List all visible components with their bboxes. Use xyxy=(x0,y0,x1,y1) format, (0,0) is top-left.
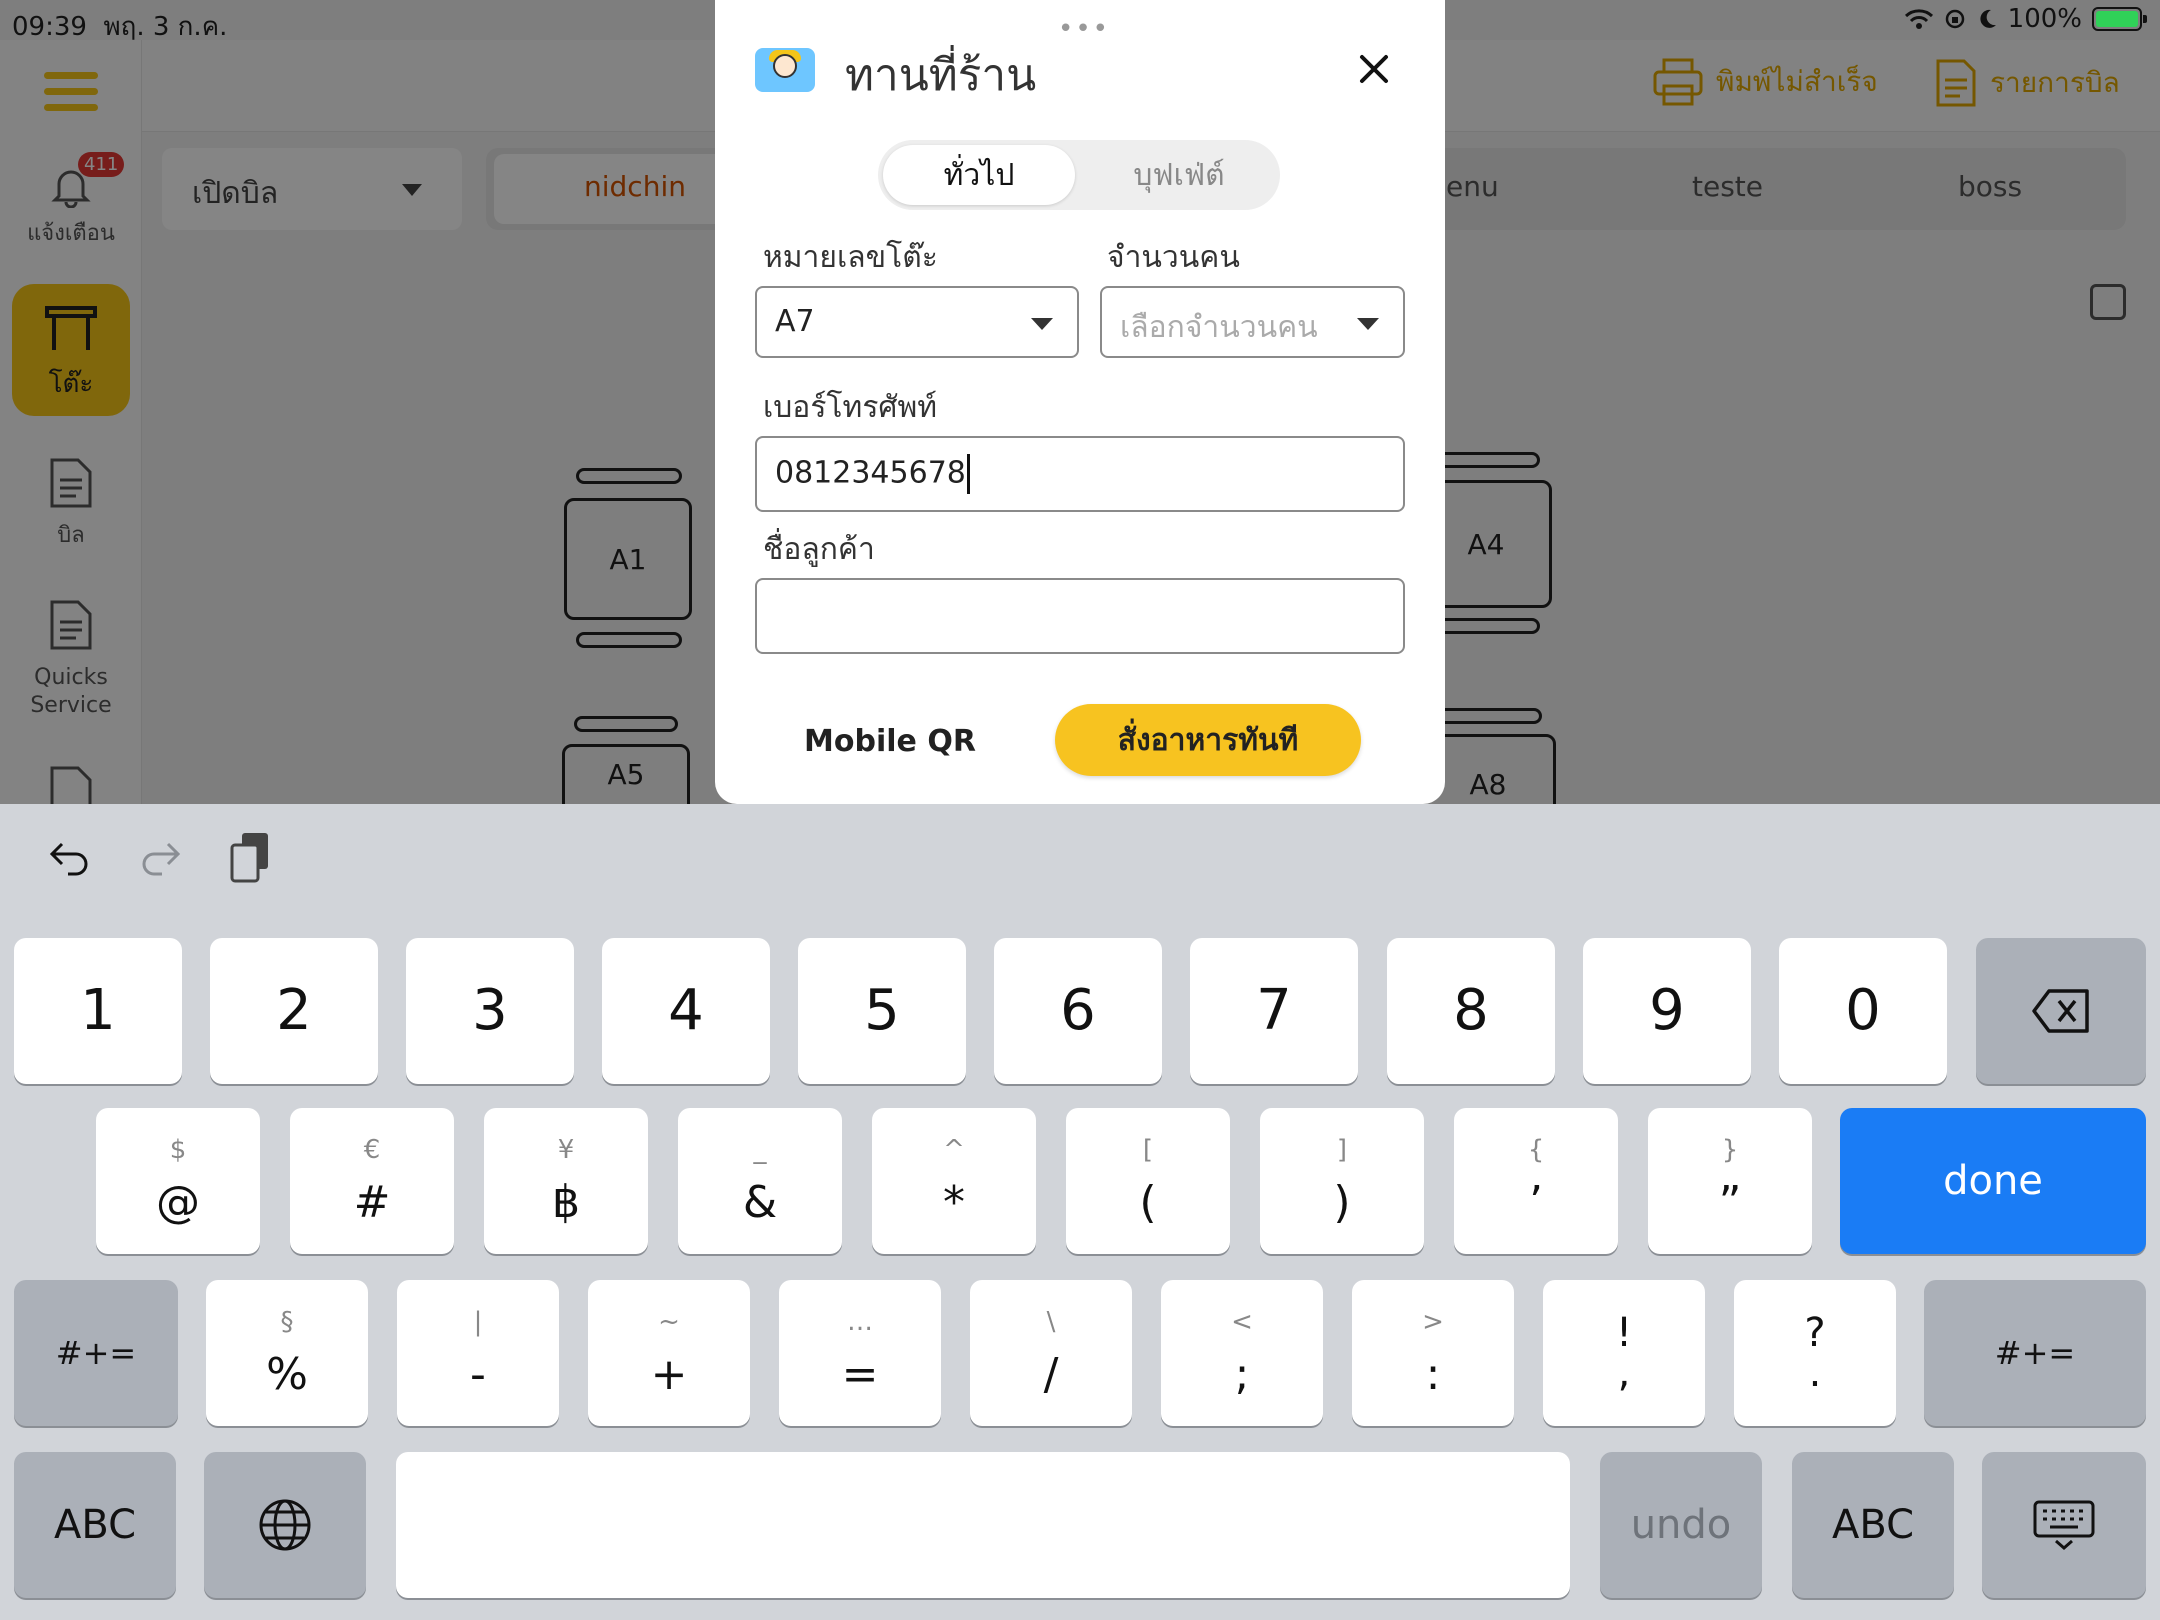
close-icon xyxy=(1360,55,1388,83)
key-comma[interactable]: !, xyxy=(1543,1280,1705,1426)
wifi-icon xyxy=(1904,9,1933,29)
orientation-lock-icon xyxy=(1945,9,1964,29)
abc-key[interactable]: ABC xyxy=(14,1452,176,1598)
key-ampersand[interactable]: _ & xyxy=(678,1108,842,1254)
key-equals[interactable]: … = xyxy=(779,1280,941,1426)
key-semicolon[interactable]: <; xyxy=(1161,1280,1323,1426)
customer-name-label: ชื่อลูกค้า xyxy=(763,532,875,567)
key-open-paren[interactable]: [( xyxy=(1066,1108,1230,1254)
undo-key[interactable]: undo xyxy=(1600,1452,1762,1598)
globe-key[interactable] xyxy=(204,1452,366,1598)
backspace-key[interactable] xyxy=(1976,938,2146,1084)
key-3[interactable]: 3 xyxy=(406,938,574,1084)
chevron-down-icon xyxy=(1357,318,1379,330)
paste-button[interactable] xyxy=(220,828,280,888)
table-number-value: A7 xyxy=(775,304,815,339)
phone-input[interactable]: 0812345678 xyxy=(755,436,1405,512)
battery-percent: 100% xyxy=(2007,4,2082,34)
key-apostrophe[interactable]: {’ xyxy=(1454,1108,1618,1254)
done-key[interactable]: done xyxy=(1840,1108,2146,1254)
customer-name-input[interactable] xyxy=(755,578,1405,654)
table-number-label: หมายเลขโต๊ะ xyxy=(763,240,938,275)
globe-icon xyxy=(259,1499,311,1551)
shift-symbols-key[interactable]: #+= xyxy=(14,1280,178,1426)
app-logo xyxy=(755,48,815,92)
table-number-select[interactable]: A7 xyxy=(755,286,1079,358)
key-5[interactable]: 5 xyxy=(798,938,966,1084)
key-close-paren[interactable]: ]) xyxy=(1260,1108,1424,1254)
key-7[interactable]: 7 xyxy=(1190,938,1358,1084)
key-hash[interactable]: € # xyxy=(290,1108,454,1254)
key-slash[interactable]: \ / xyxy=(970,1280,1132,1426)
chevron-down-icon xyxy=(1031,318,1053,330)
order-now-button[interactable]: สั่งอาหารทันที xyxy=(1055,704,1361,776)
key-period[interactable]: ?. xyxy=(1734,1280,1896,1426)
space-key[interactable] xyxy=(396,1452,1570,1598)
service-type-segmented-control: ทั่วไป บุฟเฟ่ต์ xyxy=(878,140,1280,210)
key-colon[interactable]: >: xyxy=(1352,1280,1514,1426)
key-2[interactable]: 2 xyxy=(210,938,378,1084)
key-8[interactable]: 8 xyxy=(1387,938,1555,1084)
phone-value: 0812345678 xyxy=(775,455,966,491)
abc-key-right[interactable]: ABC xyxy=(1792,1452,1954,1598)
key-quote[interactable]: }” xyxy=(1648,1108,1812,1254)
key-9[interactable]: 9 xyxy=(1583,938,1751,1084)
undo-arrow-button[interactable] xyxy=(40,828,100,888)
key-6[interactable]: 6 xyxy=(994,938,1162,1084)
dine-in-modal: ••• ทานที่ร้าน ทั่วไป บุฟเฟ่ต์ หมายเลขโต… xyxy=(715,0,1445,804)
guests-label: จำนวนคน xyxy=(1107,240,1240,275)
on-screen-keyboard: 1 2 3 4 5 6 7 8 9 0 $ @ € # ¥ ฿ _ & ^ * [( ])… xyxy=(0,804,2160,1620)
status-right: 100% xyxy=(1904,4,2147,34)
keyboard-dismiss-icon xyxy=(2033,1500,2095,1550)
key-0[interactable]: 0 xyxy=(1779,938,1947,1084)
key-4[interactable]: 4 xyxy=(602,938,770,1084)
shift-symbols-key-right[interactable]: #+= xyxy=(1924,1280,2146,1426)
moon-icon xyxy=(1980,9,1996,28)
redo-arrow-button[interactable] xyxy=(130,828,190,888)
hide-keyboard-key[interactable] xyxy=(1982,1452,2146,1598)
battery-icon xyxy=(2092,7,2147,31)
guests-placeholder: เลือกจำนวนคน xyxy=(1120,310,1318,345)
segment-general[interactable]: ทั่วไป xyxy=(883,145,1075,205)
key-baht[interactable]: ¥ ฿ xyxy=(484,1108,648,1254)
key-minus[interactable]: | - xyxy=(397,1280,559,1426)
key-asterisk[interactable]: ^ * xyxy=(872,1108,1036,1254)
redo-icon xyxy=(142,842,181,876)
status-bar: 09:39 พฤ. 3 ก.ค. 100% xyxy=(0,0,2160,42)
guests-select[interactable]: เลือกจำนวนคน xyxy=(1100,286,1405,358)
key-plus[interactable]: ~ + xyxy=(588,1280,750,1426)
close-button[interactable] xyxy=(1351,46,1397,92)
key-1[interactable]: 1 xyxy=(14,938,182,1084)
status-time: 09:39 พฤ. 3 ก.ค. xyxy=(12,12,228,42)
key-at[interactable]: $ @ xyxy=(96,1108,260,1254)
clipboard-icon xyxy=(230,833,268,883)
backspace-icon xyxy=(2032,989,2089,1033)
undo-icon xyxy=(49,842,88,876)
modal-title: ทานที่ร้าน xyxy=(845,50,1037,101)
mobile-qr-button[interactable]: Mobile QR xyxy=(770,708,1010,774)
phone-label: เบอร์โทรศัพท์ xyxy=(763,390,938,425)
key-percent[interactable]: §% xyxy=(206,1280,368,1426)
text-cursor xyxy=(966,454,970,494)
segment-buffet[interactable]: บุฟเฟ่ต์ xyxy=(1083,145,1275,205)
